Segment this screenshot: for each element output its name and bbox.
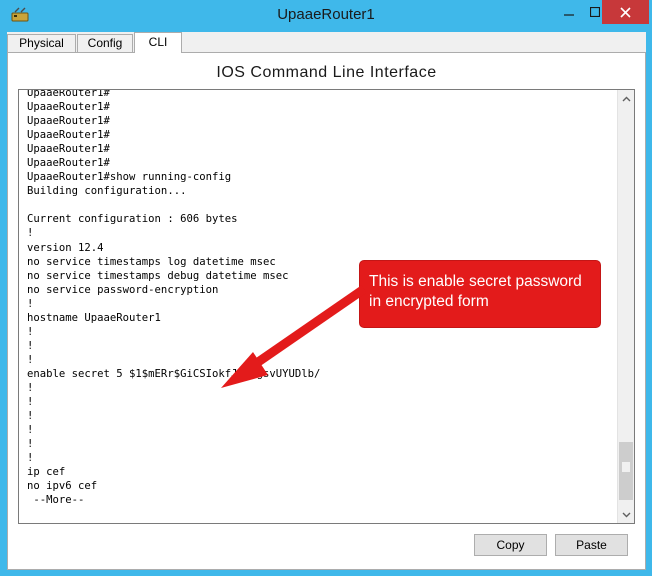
title-bar[interactable]: UpaaeRouter1: [0, 0, 652, 32]
console-line: enable secret 5 $1$mERr$GiCSIokfJFmAgsvU…: [27, 367, 321, 380]
console-line: ip cef: [27, 466, 66, 479]
console-line: UpaaeRouter1#: [27, 89, 110, 99]
scroll-down-button[interactable]: [618, 506, 634, 523]
console-line: Building configuration...: [27, 185, 187, 198]
minimize-icon: [564, 14, 574, 16]
chevron-up-icon: [622, 96, 631, 101]
console-line: !: [27, 227, 34, 240]
console-line: UpaaeRouter1#show running-config: [27, 171, 232, 184]
panel-title: IOS Command Line Interface: [216, 64, 437, 81]
console-line: !: [27, 396, 34, 409]
console-line: version 12.4: [27, 241, 104, 254]
paste-button[interactable]: Paste: [555, 534, 628, 556]
maximize-icon: [590, 7, 600, 17]
console-line: UpaaeRouter1#: [27, 115, 110, 128]
scroll-up-button[interactable]: [618, 90, 634, 107]
annotation-text-line1: This is enable secret password: [369, 273, 582, 290]
console-scrollbar[interactable]: [617, 90, 634, 523]
console-line: !: [27, 438, 34, 451]
minimize-button[interactable]: [556, 0, 582, 24]
console-line: UpaaeRouter1#: [27, 157, 110, 170]
console-line: !: [27, 410, 34, 423]
chevron-down-icon: [622, 512, 631, 517]
tab-physical[interactable]: Physical: [7, 34, 76, 52]
console-line: !: [27, 381, 34, 394]
console-line: !: [27, 424, 34, 437]
annotation-text-line2: in encrypted form: [369, 293, 489, 310]
application-window: UpaaeRouter1 Physical Config CLI IOS Com…: [0, 0, 652, 576]
console-line: no ipv6 cef: [27, 480, 98, 493]
close-button[interactable]: [602, 0, 649, 24]
cli-panel: IOS Command Line Interface UpaaeRouter1#…: [7, 52, 646, 570]
copy-button[interactable]: Copy: [474, 534, 547, 556]
scroll-thumb[interactable]: [619, 442, 633, 500]
window-title: UpaaeRouter1: [277, 6, 375, 23]
console-line: !: [27, 452, 34, 465]
tab-bar: Physical Config CLI: [7, 32, 646, 53]
console-line: --More--: [27, 494, 85, 507]
tab-config[interactable]: Config: [77, 34, 133, 52]
console-line: UpaaeRouter1#: [27, 101, 110, 114]
console-line: !: [27, 339, 34, 352]
console-line: Current configuration : 606 bytes: [27, 213, 238, 226]
close-icon: [620, 6, 631, 18]
console-line: UpaaeRouter1#: [27, 129, 110, 142]
console-line: !: [27, 353, 34, 366]
tab-cli[interactable]: CLI: [134, 32, 182, 53]
bottom-border: [0, 570, 652, 576]
console-line: UpaaeRouter1#: [27, 143, 110, 156]
annotation-callout: This is enable secret password in encryp…: [359, 260, 601, 328]
client-area: Physical Config CLI IOS Command Line Int…: [7, 32, 646, 570]
scroll-thumb-grip: [622, 462, 630, 472]
